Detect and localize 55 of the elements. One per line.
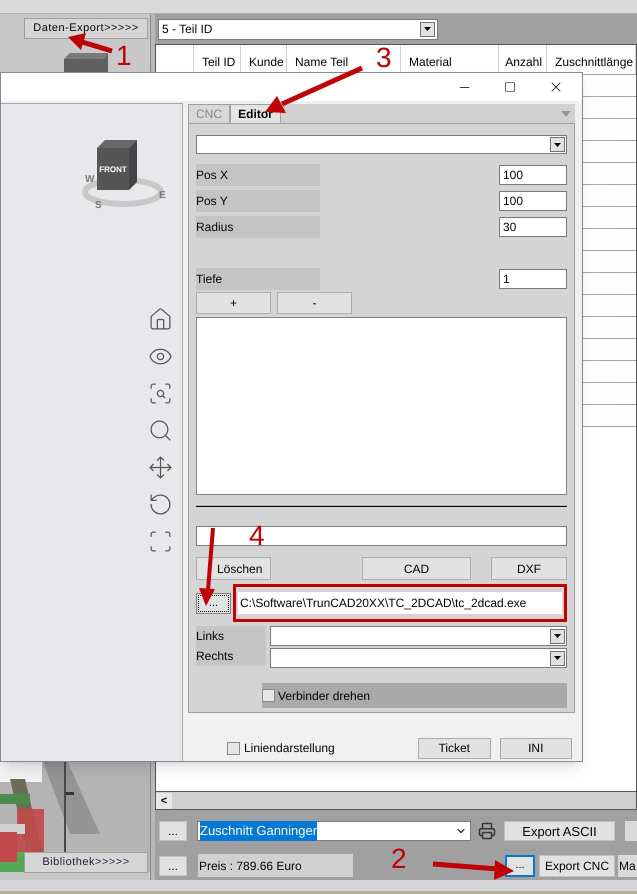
element-select[interactable]: [196, 135, 567, 154]
annotation-number: 3: [376, 44, 392, 72]
field-label: Pos X: [196, 164, 320, 186]
zoom-window-icon[interactable]: [148, 381, 173, 406]
annotation-number: 4: [249, 522, 265, 550]
fit-view-icon[interactable]: [148, 529, 173, 554]
cnc-path-button[interactable]: ...: [505, 854, 535, 876]
annotation-number: 2: [391, 845, 407, 873]
value-field[interactable]: 100: [499, 165, 567, 185]
more-button[interactable]: ...: [159, 821, 187, 841]
cad-path-field[interactable]: C:\Software\TrunCAD20XX\TC_2DCAD\tc_2dcad.exe: [238, 592, 562, 614]
library-button[interactable]: Bibliothek>>>>>: [24, 852, 148, 873]
rotate-icon[interactable]: [148, 492, 173, 517]
remove-button[interactable]: -: [277, 292, 352, 314]
side-select[interactable]: [270, 626, 567, 646]
field-label: Pos Y: [196, 190, 320, 212]
field-label: Radius: [196, 216, 320, 238]
checkbox-label: Verbinder drehen: [278, 688, 370, 704]
checkbox[interactable]: [262, 689, 275, 702]
export-cnc-button[interactable]: Export CNC: [539, 854, 615, 876]
side-label: Links: [196, 628, 226, 645]
field-label: Tiefe: [196, 268, 320, 290]
price-label: Preis : 789.66 Euro: [198, 854, 353, 877]
profile-select[interactable]: Zuschnitt Ganninger: [197, 821, 471, 841]
block-icon: [64, 53, 108, 73]
value-field[interactable]: 100: [499, 191, 567, 211]
view-cube-drawing: FRONT W S E: [81, 140, 167, 212]
cad-button[interactable]: CAD: [362, 557, 471, 580]
value-field[interactable]: 30: [499, 217, 567, 237]
value-field[interactable]: 1: [499, 269, 567, 289]
checkbox-label: Liniendarstellung: [244, 740, 335, 757]
export-ascii-button[interactable]: Export ASCII: [504, 821, 615, 841]
ini-button[interactable]: INI: [500, 738, 572, 758]
cut-button[interactable]: Ma: [618, 854, 637, 876]
text-field[interactable]: [196, 526, 567, 546]
data-export-button[interactable]: Daten-Export>>>>>: [24, 18, 148, 39]
annotation-number: 1: [116, 42, 132, 70]
annotation-arrow: [68, 33, 113, 54]
maximize-icon[interactable]: [504, 81, 516, 93]
move-icon[interactable]: [148, 455, 173, 480]
search-icon[interactable]: [148, 418, 173, 443]
sort-select[interactable]: 5 - Teil ID: [158, 18, 438, 40]
dxf-button[interactable]: DXF: [491, 557, 567, 580]
profile-select-value: Zuschnitt Ganninger: [200, 821, 318, 841]
side-select[interactable]: [270, 648, 567, 668]
more-button[interactable]: ...: [159, 856, 187, 876]
sort-select-value: 5 - Teil ID: [162, 21, 212, 38]
printer-icon[interactable]: [478, 822, 496, 840]
delete-button[interactable]: Löschen: [196, 557, 271, 580]
side-label: Rechts: [196, 648, 234, 665]
add-button[interactable]: +: [196, 292, 271, 314]
scroll-left-button[interactable]: <: [156, 792, 172, 808]
ticket-button[interactable]: Ticket: [418, 738, 491, 758]
home-icon[interactable]: [148, 307, 173, 332]
checkbox[interactable]: [227, 742, 240, 754]
